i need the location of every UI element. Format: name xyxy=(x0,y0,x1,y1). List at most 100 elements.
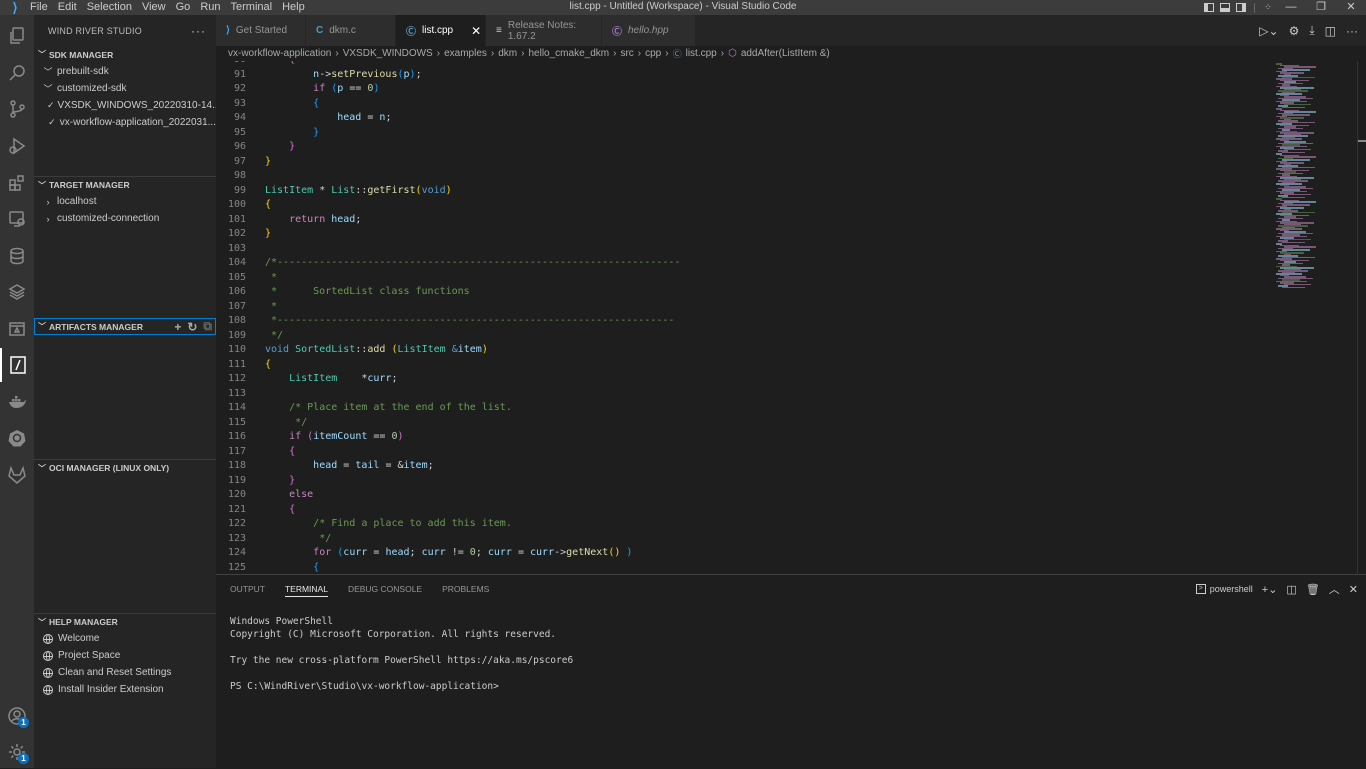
terminal-shell-selector[interactable]: > powershell xyxy=(1195,584,1253,594)
breadcrumb-item[interactable]: VXSDK_WINDOWS xyxy=(343,48,433,59)
panel-tab-terminal[interactable]: TERMINAL xyxy=(284,575,328,603)
customize-layout-icon[interactable]: ⁘ xyxy=(1260,0,1276,15)
code-text: { xyxy=(313,97,320,109)
close-window-button[interactable]: ✕ xyxy=(1336,0,1366,15)
tab-release-notes[interactable]: ≡ Release Notes: 1.67.2 xyxy=(486,15,602,46)
docker-icon[interactable] xyxy=(0,385,34,419)
collapse-all-icon[interactable]: ⧉ xyxy=(203,319,212,334)
scrollbar-track[interactable] xyxy=(1357,61,1358,574)
terminal[interactable]: Windows PowerShell Copyright (C) Microso… xyxy=(216,603,1366,693)
code-text: else xyxy=(289,489,314,500)
code-editor[interactable]: 90 { 91 n->setPrevious(p);92 if (p == 0)… xyxy=(216,61,1272,574)
add-icon[interactable]: + xyxy=(174,320,181,334)
gear-icon[interactable]: ⚙ xyxy=(1289,24,1300,38)
tree-item-customized-sdk[interactable]: ﹀ customized-sdk xyxy=(34,80,216,97)
menu-edit[interactable]: Edit xyxy=(58,0,84,15)
menu-help[interactable]: Help xyxy=(282,0,312,15)
layers-icon[interactable] xyxy=(0,275,34,309)
tree-item-vx-workflow-application[interactable]: ✓ vx-workflow-application_2022031... xyxy=(34,114,216,131)
more-actions-icon[interactable]: ··· xyxy=(191,24,206,38)
section-sdk-manager[interactable]: ﹀ SDK MANAGER xyxy=(34,46,216,63)
section-help-manager[interactable]: ﹀ HELP MANAGER xyxy=(34,613,216,630)
breadcrumb-item[interactable]: addAfter(ListItem &) xyxy=(741,48,830,59)
wind-river-studio-icon[interactable] xyxy=(0,348,34,382)
close-panel-icon[interactable]: ✕ xyxy=(1349,583,1358,596)
section-artifacts-manager[interactable]: ﹀ ARTIFACTS MANAGER + ↻ ⧉ xyxy=(34,318,216,335)
run-debug-dropdown-icon[interactable]: ▷⌄ xyxy=(1259,24,1278,38)
tree-item-vxsdk-windows[interactable]: ✓ VXSDK_WINDOWS_20220310-14... xyxy=(34,97,216,114)
section-label: HELP MANAGER xyxy=(49,617,118,627)
code-line: 110 void SortedList::add (ListItem &item) xyxy=(216,343,1272,358)
menu-view[interactable]: View xyxy=(142,0,173,15)
menu-file[interactable]: File xyxy=(30,0,55,15)
line-number: 121 xyxy=(227,503,246,515)
tab-list-cpp[interactable]: Ⓒ list.cpp ✕ xyxy=(396,15,486,46)
menu-terminal[interactable]: Terminal xyxy=(231,0,280,15)
tree-item-prebuilt-sdk[interactable]: ﹀ prebuilt-sdk xyxy=(34,63,216,80)
breadcrumb-item[interactable]: examples xyxy=(444,48,487,59)
database-icon[interactable] xyxy=(0,239,34,273)
search-icon[interactable] xyxy=(0,56,34,90)
split-editor-icon[interactable]: ◫ xyxy=(1325,24,1336,38)
panel-tab-debug-console[interactable]: DEBUG CONSOLE xyxy=(348,575,422,603)
line-number: 114 xyxy=(227,402,246,413)
minimize-button[interactable]: — xyxy=(1276,0,1306,15)
source-control-icon[interactable] xyxy=(0,92,34,126)
divider xyxy=(1254,2,1255,13)
code-text: * xyxy=(265,300,278,312)
help-item-install-insider[interactable]: Install Insider Extension xyxy=(34,681,216,698)
menu-selection[interactable]: Selection xyxy=(87,0,139,15)
breadcrumb-item[interactable]: hello_cmake_dkm xyxy=(528,48,609,59)
maximize-button[interactable]: ❐ xyxy=(1306,0,1336,15)
breadcrumb-item[interactable]: list.cpp xyxy=(686,48,717,59)
section-oci-manager[interactable]: ﹀ OCI MANAGER (LINUX ONLY) xyxy=(34,459,216,476)
gitlab-icon[interactable] xyxy=(0,458,34,492)
help-item-project-space[interactable]: Project Space xyxy=(34,647,216,664)
tree-item-localhost[interactable]: › localhost xyxy=(34,193,216,210)
explorer-icon[interactable] xyxy=(0,19,34,53)
breadcrumb-item[interactable]: cpp xyxy=(645,48,661,59)
section-target-manager[interactable]: ﹀ TARGET MANAGER xyxy=(34,176,216,193)
line-number: 94 xyxy=(233,112,246,123)
menu-run[interactable]: Run xyxy=(200,0,227,15)
scrollbar-thumb[interactable] xyxy=(1358,140,1366,142)
download-icon[interactable]: ⤓ xyxy=(1309,23,1314,38)
extensions-icon[interactable] xyxy=(0,166,34,200)
help-item-clean-reset[interactable]: Clean and Reset Settings xyxy=(34,664,216,681)
kubernetes-icon[interactable] xyxy=(0,421,34,455)
tab-get-started[interactable]: ⟩ Get Started xyxy=(216,15,306,46)
accounts-icon[interactable]: 1 xyxy=(0,699,34,733)
run-debug-icon[interactable] xyxy=(0,129,34,163)
minimap[interactable] xyxy=(1272,61,1366,574)
close-tab-icon[interactable]: ✕ xyxy=(453,24,481,38)
toggle-panel-icon[interactable] xyxy=(1220,3,1230,12)
tree-item-label: customized-sdk xyxy=(57,83,127,94)
tree-item-customized-connection[interactable]: › customized-connection xyxy=(34,210,216,227)
code-line: 119 } xyxy=(216,474,1272,489)
toggle-secondary-sidebar-icon[interactable] xyxy=(1236,3,1246,12)
breadcrumb-item[interactable]: vx-workflow-application xyxy=(228,48,331,59)
breadcrumb-item[interactable]: dkm xyxy=(498,48,517,59)
more-actions-icon[interactable]: ··· xyxy=(1346,24,1358,38)
toggle-primary-sidebar-icon[interactable] xyxy=(1204,3,1214,12)
remote-explorer-icon[interactable] xyxy=(0,202,34,236)
artifacts-icon[interactable] xyxy=(0,312,34,346)
split-terminal-icon[interactable]: ◫ xyxy=(1286,583,1296,596)
new-terminal-icon[interactable]: +⌄ xyxy=(1262,583,1278,596)
refresh-icon[interactable]: ↻ xyxy=(187,320,197,334)
settings-gear-icon[interactable]: 1 xyxy=(0,735,34,769)
tab-hello-hpp[interactable]: Ⓒ hello.hpp xyxy=(602,15,696,46)
maximize-panel-icon[interactable]: ︿ xyxy=(1329,581,1340,597)
line-number: 106 xyxy=(227,286,246,297)
breadcrumb-item[interactable]: src xyxy=(620,48,633,59)
help-item-welcome[interactable]: Welcome xyxy=(34,630,216,647)
trash-icon[interactable]: 🗑 xyxy=(1306,583,1320,596)
chevron-right-icon: › xyxy=(665,48,669,59)
panel-tab-problems[interactable]: PROBLEMS xyxy=(442,575,489,603)
tab-dkm-c[interactable]: C dkm.c xyxy=(306,15,396,46)
menu-go[interactable]: Go xyxy=(176,0,198,15)
panel-tab-output[interactable]: OUTPUT xyxy=(230,575,265,603)
chevron-down-icon: ﹀ xyxy=(38,617,46,627)
code-line: 92 if (p == 0) xyxy=(216,82,1272,97)
